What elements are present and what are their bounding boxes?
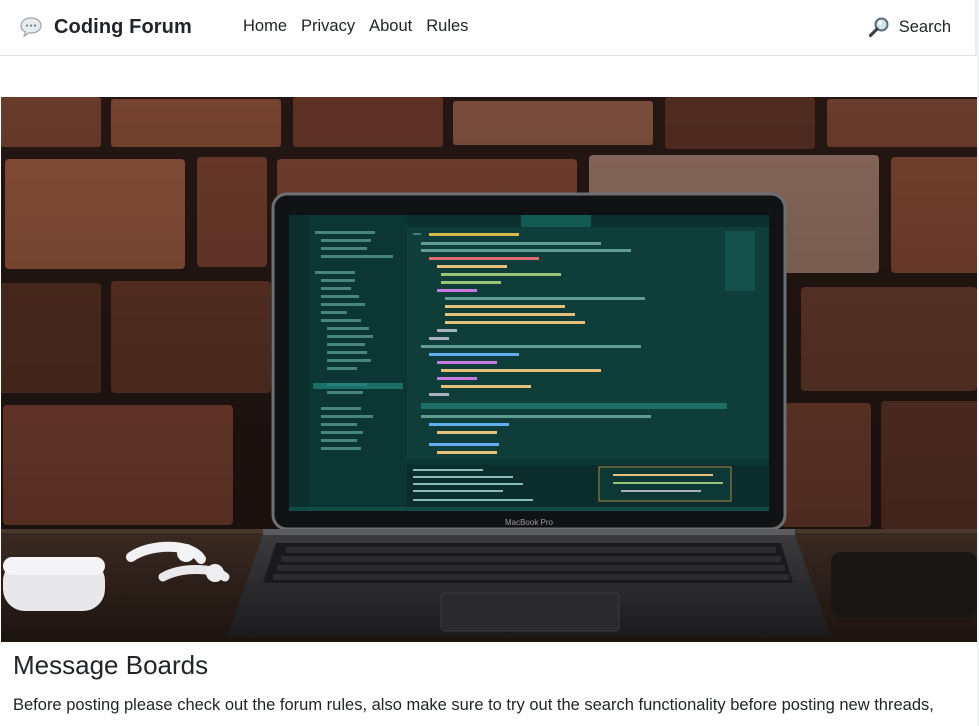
search-button[interactable]: Search	[868, 16, 951, 38]
brand-name: Coding Forum	[54, 15, 192, 38]
nav-about-link[interactable]: About	[369, 17, 412, 36]
intro-text: Before posting please check out the foru…	[13, 696, 934, 714]
hero-image: MacBook Pro	[1, 97, 977, 642]
phone	[831, 552, 977, 618]
page-title: Message Boards	[13, 650, 209, 680]
magnifier-icon	[868, 16, 890, 38]
nav-rules-link[interactable]: Rules	[426, 17, 468, 36]
hero-laptop-photo: MacBook Pro	[1, 97, 977, 642]
nav-privacy-link[interactable]: Privacy	[301, 17, 355, 36]
laptop: MacBook Pro	[227, 192, 831, 637]
nav-home-link[interactable]: Home	[243, 17, 287, 36]
laptop-brand-label: MacBook Pro	[505, 518, 554, 527]
top-navbar: Coding Forum Home Privacy About Rules Se…	[0, 0, 977, 56]
main-nav: Home Privacy About Rules	[243, 17, 482, 36]
speech-bubble-icon	[18, 14, 44, 40]
search-label: Search	[898, 17, 951, 36]
brand-link[interactable]: Coding Forum	[18, 14, 192, 40]
